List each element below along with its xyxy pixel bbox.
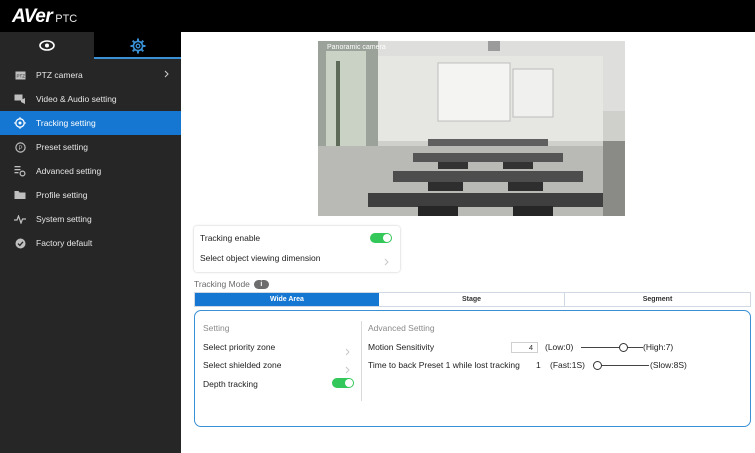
back-preset-slider-handle[interactable] [593,361,602,370]
tracking-mode-text: Tracking Mode [194,279,250,289]
video-audio-icon [14,93,26,105]
chevron-right-icon[interactable] [384,253,389,271]
sensitivity-low-label: (Low:0) [545,342,574,352]
tab-wide-area[interactable]: Wide Area [195,293,379,306]
sidebar-item-label: Tracking setting [36,118,96,128]
aver-logo: AVer PTC [12,6,77,28]
sensitivity-slider-handle[interactable] [619,343,628,352]
back-preset-label: Time to back Preset 1 while lost trackin… [368,360,520,370]
sidebar-item-video-audio[interactable]: Video & Audio setting [0,87,181,111]
sidebar-item-factory-default[interactable]: Factory default [0,231,181,255]
advanced-icon [14,165,26,177]
pulse-icon [14,213,26,225]
app-window: AVer PTC PTZ PTZ camera Video & Audio se… [0,0,755,453]
camera-title: Panoramic camera [327,44,386,51]
tracking-card: Tracking enable Select object viewing di… [194,226,400,272]
section-divider [361,321,362,401]
main-content: Panoramic camera Tracking enable Select … [181,32,755,453]
sidebar-item-label: PTZ camera [36,70,83,80]
sidebar-item-label: Preset setting [36,142,88,152]
sidebar-item-label: System setting [36,214,92,224]
tracking-enable-toggle[interactable] [370,233,392,243]
sensitivity-slider-track[interactable] [581,347,643,348]
sidebar-tabs [0,32,181,59]
sidebar-item-tracking[interactable]: Tracking setting [0,111,181,135]
top-bar: AVer PTC [0,0,755,32]
check-circle-icon [14,237,26,249]
sidebar-item-label: Profile setting [36,190,88,200]
sidebar-item-label: Video & Audio setting [36,94,117,104]
object-dimension-label: Select object viewing dimension [200,253,321,263]
priority-zone-label[interactable]: Select priority zone [203,342,275,352]
tracking-mode-label: Tracking Mode i [194,279,269,289]
chevron-right-icon[interactable] [345,361,350,379]
sensitivity-high-label: (High:7) [643,342,674,352]
gear-icon [130,38,145,53]
tracking-mode-tabs: Wide Area Stage Segment [194,292,751,307]
tab-settings[interactable] [94,32,181,59]
sidebar-item-system[interactable]: System setting [0,207,181,231]
folder-icon [14,189,26,201]
chevron-right-icon[interactable] [345,343,350,361]
logo-sub-text: PTC [55,13,78,25]
logo-text: AVer [12,6,53,27]
chevron-right-icon [164,70,169,80]
settings-menu: PTZ PTZ camera Video & Audio setting Tra… [0,63,181,255]
setting-section-title: Setting [203,323,230,333]
camera-frame-image [318,41,625,216]
tracking-enable-label: Tracking enable [200,233,261,243]
depth-tracking-toggle[interactable] [332,378,354,388]
advanced-section-title: Advanced Setting [368,323,435,333]
ptz-camera-icon: PTZ [14,69,26,81]
back-preset-fast-label: (Fast:1S) [550,360,585,370]
sidebar-item-label: Advanced setting [36,166,102,176]
sidebar-item-preset[interactable]: P Preset setting [0,135,181,159]
back-preset-slider-track[interactable] [602,365,649,366]
tracking-icon [14,117,26,129]
tab-live-view[interactable] [0,32,94,59]
active-tab-indicator [94,57,181,59]
back-preset-slow-label: (Slow:8S) [650,360,687,370]
svg-text:PTZ: PTZ [16,73,25,78]
sidebar-item-profile[interactable]: Profile setting [0,183,181,207]
tab-segment[interactable]: Segment [565,293,750,306]
depth-tracking-label: Depth tracking [203,379,258,389]
svg-text:P: P [18,146,22,152]
motion-sensitivity-value[interactable]: 4 [511,342,538,353]
eye-icon [39,40,55,51]
sidebar-item-advanced[interactable]: Advanced setting [0,159,181,183]
tab-stage[interactable]: Stage [379,293,565,306]
motion-sensitivity-label: Motion Sensitivity [368,342,435,352]
back-preset-value[interactable]: 1 [536,360,541,370]
shielded-zone-label[interactable]: Select shielded zone [203,360,281,370]
sidebar-item-label: Factory default [36,238,93,248]
sidebar-item-ptz-camera[interactable]: PTZ PTZ camera [0,63,181,87]
preset-icon: P [14,141,26,153]
wide-area-settings-panel: Setting Select priority zone Select shie… [194,310,751,427]
sidebar: PTZ PTZ camera Video & Audio setting Tra… [0,32,181,453]
info-icon[interactable]: i [253,279,269,289]
panoramic-camera-preview: Panoramic camera [318,41,625,216]
